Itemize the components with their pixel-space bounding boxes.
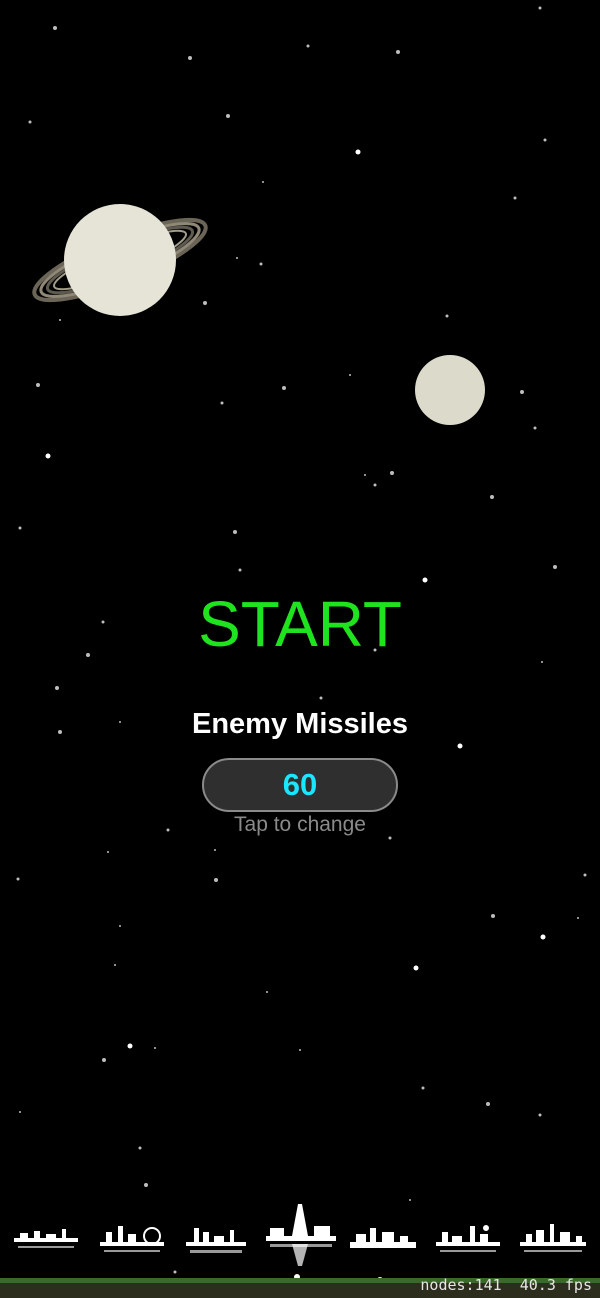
city-7-icon xyxy=(520,1224,586,1252)
star xyxy=(349,374,351,376)
star xyxy=(19,1111,21,1113)
star xyxy=(457,743,463,749)
fps-readout: 40.3 fps xyxy=(519,1276,592,1294)
star xyxy=(355,149,361,155)
star xyxy=(299,1049,301,1051)
star xyxy=(220,401,224,405)
star xyxy=(422,577,428,583)
tap-to-change-hint: Tap to change xyxy=(234,813,366,836)
debug-stats: nodes:141 40.3 fps xyxy=(420,1275,592,1295)
star xyxy=(238,568,242,572)
start-button[interactable]: START xyxy=(0,588,600,660)
star xyxy=(214,878,218,882)
star xyxy=(233,530,237,534)
missiles-count-button[interactable]: 60 xyxy=(202,758,398,812)
city-5-icon xyxy=(350,1228,416,1248)
star xyxy=(533,426,537,430)
star xyxy=(16,877,20,881)
star xyxy=(114,964,116,966)
star xyxy=(236,257,238,259)
moon-icon xyxy=(415,355,485,425)
star xyxy=(577,917,579,919)
star xyxy=(421,1086,425,1090)
enemy-missiles-label: Enemy Missiles xyxy=(192,708,408,740)
ringed-planet-icon xyxy=(32,204,208,316)
star xyxy=(107,851,109,853)
star xyxy=(520,390,524,394)
city-skyline-row xyxy=(14,1204,586,1266)
star xyxy=(445,314,449,318)
star xyxy=(214,849,216,851)
star xyxy=(259,262,263,266)
star xyxy=(18,526,22,530)
star xyxy=(119,925,121,927)
star xyxy=(266,991,268,993)
node-count: nodes:141 xyxy=(420,1276,502,1294)
star xyxy=(45,453,51,459)
star xyxy=(138,1146,142,1150)
missiles-count-value: 60 xyxy=(282,767,318,802)
star xyxy=(55,686,59,690)
star xyxy=(102,1058,106,1062)
star xyxy=(540,934,546,940)
star xyxy=(154,1047,156,1049)
star xyxy=(188,56,192,60)
star xyxy=(226,114,230,118)
star xyxy=(396,50,400,54)
star xyxy=(390,471,394,475)
star xyxy=(306,44,310,48)
city-1-icon xyxy=(14,1229,78,1248)
city-paris-icon xyxy=(266,1204,336,1266)
star xyxy=(553,565,557,569)
star xyxy=(282,386,286,390)
star xyxy=(28,120,32,124)
star xyxy=(413,965,419,971)
star xyxy=(262,181,264,183)
star xyxy=(513,196,517,200)
star xyxy=(364,474,366,476)
star xyxy=(319,696,323,700)
star xyxy=(583,873,587,877)
star xyxy=(373,483,377,487)
star xyxy=(127,1043,133,1049)
star xyxy=(491,914,495,918)
star xyxy=(538,6,542,10)
star xyxy=(486,1102,490,1106)
city-3-icon xyxy=(186,1228,246,1253)
star xyxy=(541,661,543,663)
star xyxy=(490,495,494,499)
star xyxy=(36,383,40,387)
star xyxy=(144,1183,148,1187)
city-6-icon xyxy=(436,1225,500,1252)
star xyxy=(53,26,57,30)
star xyxy=(543,138,547,142)
star xyxy=(538,1113,542,1117)
city-2-icon xyxy=(100,1226,164,1252)
